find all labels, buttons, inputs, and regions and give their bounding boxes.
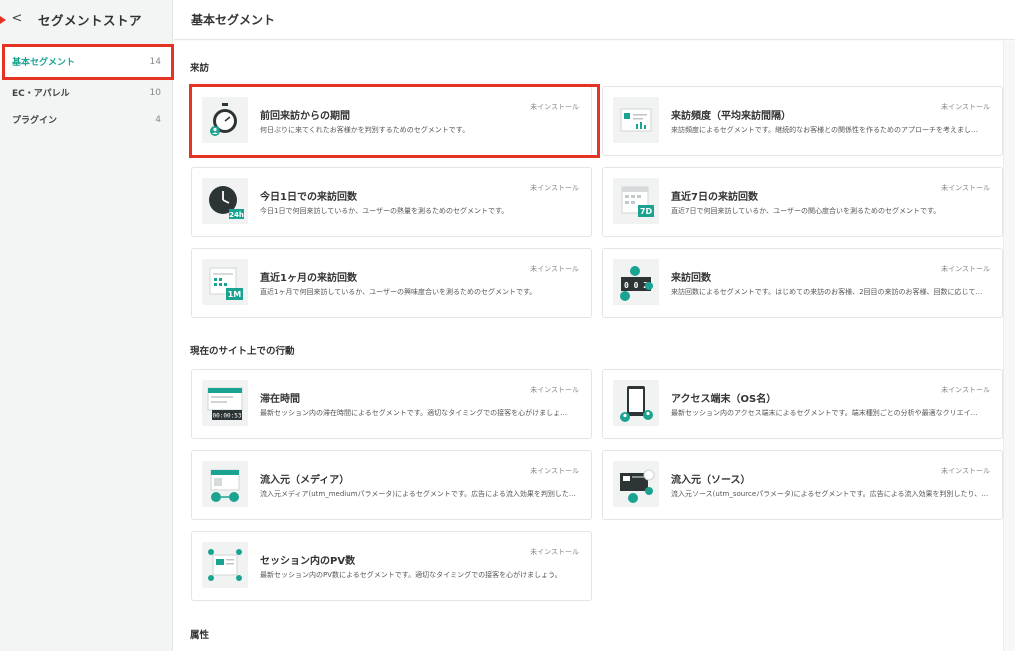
segment-card-description: 流入元ソース(utm_sourceパラメータ)によるセグメントです。広告による流… — [671, 490, 989, 498]
sidebar-item-ec-apparel[interactable]: EC・アパレル 10 — [0, 79, 173, 106]
install-status: 未インストール — [941, 184, 990, 192]
segment-card-description: 直近1ヶ月で何回来訪しているか、ユーザーの興味度合いを測るためのセグメントです。 — [260, 288, 537, 296]
thumb-label-1m: 1M — [228, 290, 242, 299]
segment-card-description: 最新セッション内のPV数によるセグメントです。適切なタイミングでの接客を心がけま… — [260, 571, 562, 579]
segment-card-description: 最新セッション内の滞在時間によるセグメントです。適切なタイミングでの接客を心がけ… — [260, 409, 568, 417]
segment-card-title: 直近1ヶ月の来訪回数 — [260, 273, 357, 284]
segment-card-title: 前回来訪からの期間 — [260, 111, 350, 122]
segment-card-description: 直近7日で何回来訪しているか、ユーザーの関心度合いを測るためのセグメントです。 — [671, 207, 941, 215]
sidebar-item-count: 10 — [149, 87, 161, 98]
thumb-label-counter: 0 0 2 — [624, 281, 648, 290]
sidebar-item-label: EC・アパレル — [12, 89, 70, 99]
segment-card-description: 今日1日で何回来訪しているか、ユーザーの熱量を測るためのセグメントです。 — [260, 207, 509, 215]
section-title-visit: 来訪 — [190, 63, 210, 74]
segment-card-visit-frequency[interactable]: 来訪頻度（平均来訪間隔） 来訪頻度によるセグメントです。継続的なお客様との関係性… — [602, 86, 1003, 156]
social-source-icon — [613, 461, 659, 507]
sidebar-item-count: 4 — [155, 114, 161, 125]
counter-icon: 0 0 2 — [613, 259, 659, 305]
install-status: 未インストール — [530, 184, 579, 192]
calendar-1m-icon: 1M — [202, 259, 248, 305]
segment-card-visits-7-days[interactable]: 7D 直近7日の来訪回数 直近7日で何回来訪しているか、ユーザーの関心度合いを測… — [602, 167, 1003, 237]
page-title: 基本セグメント — [191, 13, 276, 27]
thumb-label-24h: 24h — [229, 211, 244, 219]
segment-card-session-pageviews[interactable]: セッション内のPV数 最新セッション内のPV数によるセグメントです。適切なタイミ… — [191, 531, 592, 601]
segment-card-description: 流入元メディア(utm_mediumパラメータ)によるセグメントです。広告による… — [260, 490, 576, 498]
sidebar-title: セグメントストア — [38, 13, 143, 28]
segment-card-visits-today[interactable]: 24h 今日1日での来訪回数 今日1日で何回来訪しているか、ユーザーの熱量を測る… — [191, 167, 592, 237]
segment-card-title: セッション内のPV数 — [260, 556, 356, 567]
segment-card-title: 今日1日での来訪回数 — [260, 192, 357, 203]
install-status: 未インストール — [941, 265, 990, 273]
install-status: 未インストール — [530, 548, 579, 556]
clock-24h-icon: 24h — [202, 178, 248, 224]
sidebar-item-label: プラグイン — [12, 116, 58, 126]
sidebar-nav: 基本セグメント 14 EC・アパレル 10 プラグイン 4 — [0, 44, 173, 133]
sidebar-item-basic-segments[interactable]: 基本セグメント 14 — [0, 44, 173, 79]
main-panel: 基本セグメント 来訪 前回来訪からの期間 何日ぶりに来てくれたお客様かを判別する… — [174, 0, 1015, 651]
segment-card-visits-1-month[interactable]: 1M 直近1ヶ月の来訪回数 直近1ヶ月で何回来訪しているか、ユーザーの興味度合い… — [191, 248, 592, 318]
segment-list: 来訪 前回来訪からの期間 何日ぶりに来てくれたお客様かを判別するためのセグメント… — [174, 41, 1015, 651]
install-status: 未インストール — [941, 103, 990, 111]
install-status: 未インストール — [530, 467, 579, 475]
install-status: 未インストール — [530, 386, 579, 394]
install-status: 未インストール — [941, 386, 990, 394]
sidebar-header: < セグメントストア — [0, 0, 173, 36]
install-status: 未インストール — [530, 265, 579, 273]
section-title-onsite-behavior: 現在のサイト上での行動 — [190, 346, 295, 357]
back-button[interactable]: < — [9, 10, 25, 26]
sidebar-item-count: 14 — [149, 56, 161, 67]
sidebar: < セグメントストア 基本セグメント 14 EC・アパレル 10 プラグイン 4 — [0, 0, 174, 651]
stay-time-icon: 00:00:53 — [202, 380, 248, 426]
segment-card-title: アクセス端末（OS名） — [671, 394, 777, 405]
main-header: 基本セグメント — [174, 0, 1015, 40]
segment-card-title: 流入元（ソース） — [671, 475, 751, 486]
segment-card-description: 最新セッション内のアクセス端末によるセグメントです。端末種別ごとの分析や最適なク… — [671, 409, 978, 417]
calendar-7d-icon: 7D — [613, 178, 659, 224]
sidebar-item-plugins[interactable]: プラグイン 4 — [0, 106, 173, 133]
segment-card-title: 流入元（メディア） — [260, 475, 350, 486]
device-icon — [613, 380, 659, 426]
segment-card-title: 滞在時間 — [260, 394, 300, 405]
frequency-chart-icon — [613, 97, 659, 143]
segment-card-access-device[interactable]: アクセス端末（OS名） 最新セッション内のアクセス端末によるセグメントです。端末… — [602, 369, 1003, 439]
segment-card-title: 来訪回数 — [671, 273, 711, 284]
install-status: 未インストール — [941, 467, 990, 475]
media-source-icon — [202, 461, 248, 507]
scrollbar-track[interactable] — [1003, 41, 1015, 651]
segment-card-traffic-medium[interactable]: 流入元（メディア） 流入元メディア(utm_mediumパラメータ)によるセグメ… — [191, 450, 592, 520]
segment-card-title: 来訪頻度（平均来訪間隔） — [671, 111, 791, 122]
pageview-icon — [202, 542, 248, 588]
section-title-attributes: 属性 — [190, 630, 210, 641]
stopwatch-icon — [202, 97, 248, 143]
segment-card-title: 直近7日の来訪回数 — [671, 192, 758, 203]
sidebar-item-label: 基本セグメント — [12, 58, 76, 68]
thumb-label-7d: 7D — [640, 207, 653, 216]
segment-card-description: 何日ぶりに来てくれたお客様かを判別するためのセグメントです。 — [260, 126, 470, 134]
segment-card-description: 来訪頻度によるセグメントです。継続的なお客様との関係性を作るためのアプローチを考… — [671, 126, 979, 134]
segment-card-stay-time[interactable]: 00:00:53 滞在時間 最新セッション内の滞在時間によるセグメントです。適切… — [191, 369, 592, 439]
install-status: 未インストール — [530, 103, 579, 111]
segment-card-description: 来訪回数によるセグメントです。はじめての来訪のお客様、2回目の来訪のお客様、回数… — [671, 288, 983, 296]
app-window: < セグメントストア 基本セグメント 14 EC・アパレル 10 プラグイン 4… — [0, 0, 1015, 651]
segment-card-traffic-source[interactable]: 流入元（ソース） 流入元ソース(utm_sourceパラメータ)によるセグメント… — [602, 450, 1003, 520]
segment-card-visit-count[interactable]: 0 0 2 来訪回数 来訪回数によるセグメントです。はじめての来訪のお客様、2回… — [602, 248, 1003, 318]
segment-card-last-visit-interval[interactable]: 前回来訪からの期間 何日ぶりに来てくれたお客様かを判別するためのセグメントです。… — [191, 86, 592, 156]
thumb-label-timer: 00:00:53 — [213, 413, 242, 420]
